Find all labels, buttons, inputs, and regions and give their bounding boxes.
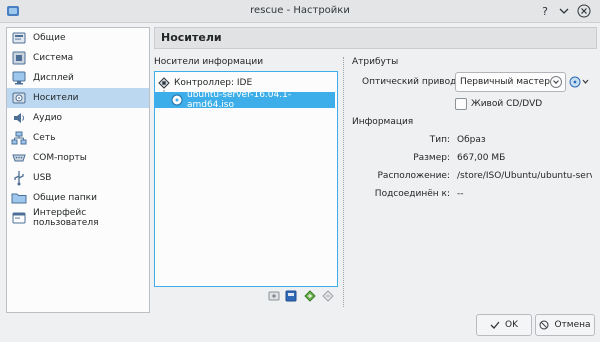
cancel-icon [539, 320, 549, 330]
tree-item-optical-disk[interactable]: ubuntu-server-16.04.1-amd64.iso [155, 90, 335, 110]
page-title-bar: Носители [154, 27, 597, 49]
shared-folder-icon [11, 193, 27, 204]
live-cd-checkbox[interactable] [455, 98, 467, 110]
ide-controller-icon [158, 77, 170, 89]
display-monitor-icon [12, 71, 26, 85]
settings-sidebar: Общие Система Дисплей Носители Аудио Сет… [6, 27, 150, 313]
checkmark-icon [490, 321, 500, 329]
sidebar-item-audio[interactable]: Аудио [7, 108, 149, 128]
sidebar-item-general[interactable]: Общие [7, 28, 149, 48]
close-icon[interactable] [577, 4, 591, 18]
attached-to-value: -- [457, 189, 464, 199]
storage-tree-label: Носители информации [154, 57, 264, 67]
svg-text:?: ? [542, 5, 548, 18]
usb-icon [14, 171, 24, 186]
page-title: Носители [161, 31, 222, 44]
optical-drive-label: Оптический привод: [362, 77, 460, 87]
general-settings-icon [12, 32, 26, 44]
type-value: Образ [457, 135, 486, 145]
choose-disk-icon[interactable] [569, 75, 589, 89]
settings-window: rescue - Настройки ? Общие Система Диспл… [0, 0, 600, 342]
optical-disc-icon [171, 94, 183, 106]
location-value: /store/ISO/Ubuntu/ubuntu-serv... [457, 171, 592, 181]
user-interface-icon [12, 212, 26, 224]
sidebar-item-user-interface[interactable]: Интерфейс пользователя [7, 208, 149, 228]
information-heading: Информация [352, 117, 414, 127]
live-cd-label[interactable]: Живой CD/DVD [471, 99, 542, 109]
ok-button[interactable]: OK [476, 314, 532, 336]
remove-controller-icon[interactable] [285, 290, 297, 302]
chevron-down-icon [550, 76, 562, 88]
remove-attachment-icon[interactable] [322, 290, 334, 302]
window-title: rescue - Настройки [250, 5, 350, 16]
title-bar[interactable]: rescue - Настройки ? [0, 0, 600, 23]
sidebar-item-system[interactable]: Система [7, 48, 149, 68]
sidebar-item-storage[interactable]: Носители [7, 88, 149, 108]
sidebar-item-shared-folders[interactable]: Общие папки [7, 188, 149, 208]
cancel-button[interactable]: Отмена [535, 314, 595, 336]
audio-speaker-icon [14, 113, 24, 123]
sidebar-item-serial-ports[interactable]: COM-порты [7, 148, 149, 168]
help-icon[interactable]: ? [538, 4, 552, 18]
network-icon [11, 131, 27, 145]
storage-disk-icon [12, 92, 26, 104]
add-attachment-icon[interactable] [304, 290, 316, 302]
sidebar-item-display[interactable]: Дисплей [7, 68, 149, 88]
size-label: Размер: [413, 153, 450, 163]
sidebar-item-network[interactable]: Сеть [7, 128, 149, 148]
storage-tree[interactable]: Контроллер: IDE ubuntu-server-16.04.1-am… [154, 71, 338, 287]
type-label: Тип: [429, 135, 450, 145]
size-value: 667,00 МБ [457, 153, 506, 163]
tree-item-controller[interactable]: Контроллер: IDE [158, 75, 252, 91]
attached-to-label: Подсоединён к: [374, 189, 450, 199]
attributes-heading: Атрибуты [352, 57, 399, 67]
sidebar-item-usb[interactable]: USB [7, 168, 149, 188]
panel-divider [343, 57, 344, 307]
serial-port-icon [12, 154, 26, 162]
minimize-icon[interactable] [557, 4, 571, 18]
optical-drive-select[interactable]: Первичный мастер IDE [455, 72, 566, 92]
system-motherboard-icon [12, 51, 26, 65]
location-label: Расположение: [377, 171, 451, 181]
add-controller-icon[interactable] [268, 290, 280, 302]
